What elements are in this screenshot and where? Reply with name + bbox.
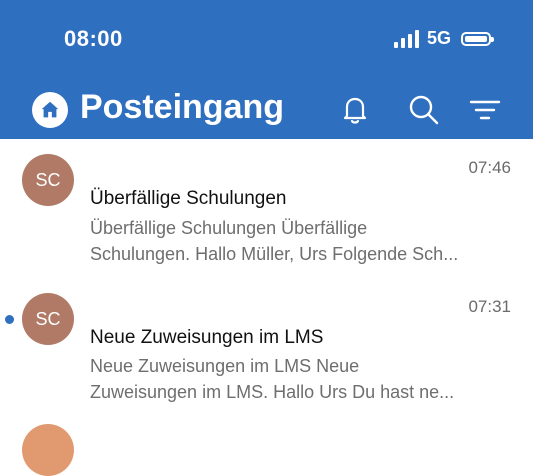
page-title: Posteingang [80,88,285,126]
filter-icon[interactable] [468,92,502,126]
bell-icon[interactable] [338,92,372,126]
message-subject: Neue Zuweisungen im LMS [90,327,324,348]
list-item[interactable]: SC 07:46 Überfällige Schulungen Überfäll… [0,139,533,289]
signal-icon [393,29,419,48]
status-indicators: 5G [393,28,494,49]
message-preview: Neue Zuweisungen im LMS Neue Zuweisungen… [90,353,515,405]
battery-icon [461,31,494,46]
avatar: SC [22,154,74,206]
message-time: 07:46 [468,158,511,177]
message-time: 07:31 [468,297,511,316]
unread-indicator [5,315,14,324]
search-icon[interactable] [406,92,440,126]
home-icon[interactable] [32,92,68,128]
preview-line: Überfällige Schulungen Überfällige [90,218,368,238]
list-item[interactable]: SC 07:31 Neue Zuweisungen im LMS Neue Zu… [0,289,533,424]
message-subject: Überfällige Schulungen [90,188,287,209]
app-header: 08:00 5G Posteingang [0,0,533,139]
network-type: 5G [426,28,451,48]
preview-line: Zuweisungen im LMS. Hallo Urs Du hast ne… [90,382,455,402]
preview-line: Schulungen. Hallo Müller, Urs Folgende S… [90,244,459,264]
status-time: 08:00 [64,26,123,51]
message-preview: Überfällige Schulungen Überfällige Schul… [90,215,515,267]
preview-line: Neue Zuweisungen im LMS Neue [90,356,360,376]
avatar: SC [22,293,74,345]
